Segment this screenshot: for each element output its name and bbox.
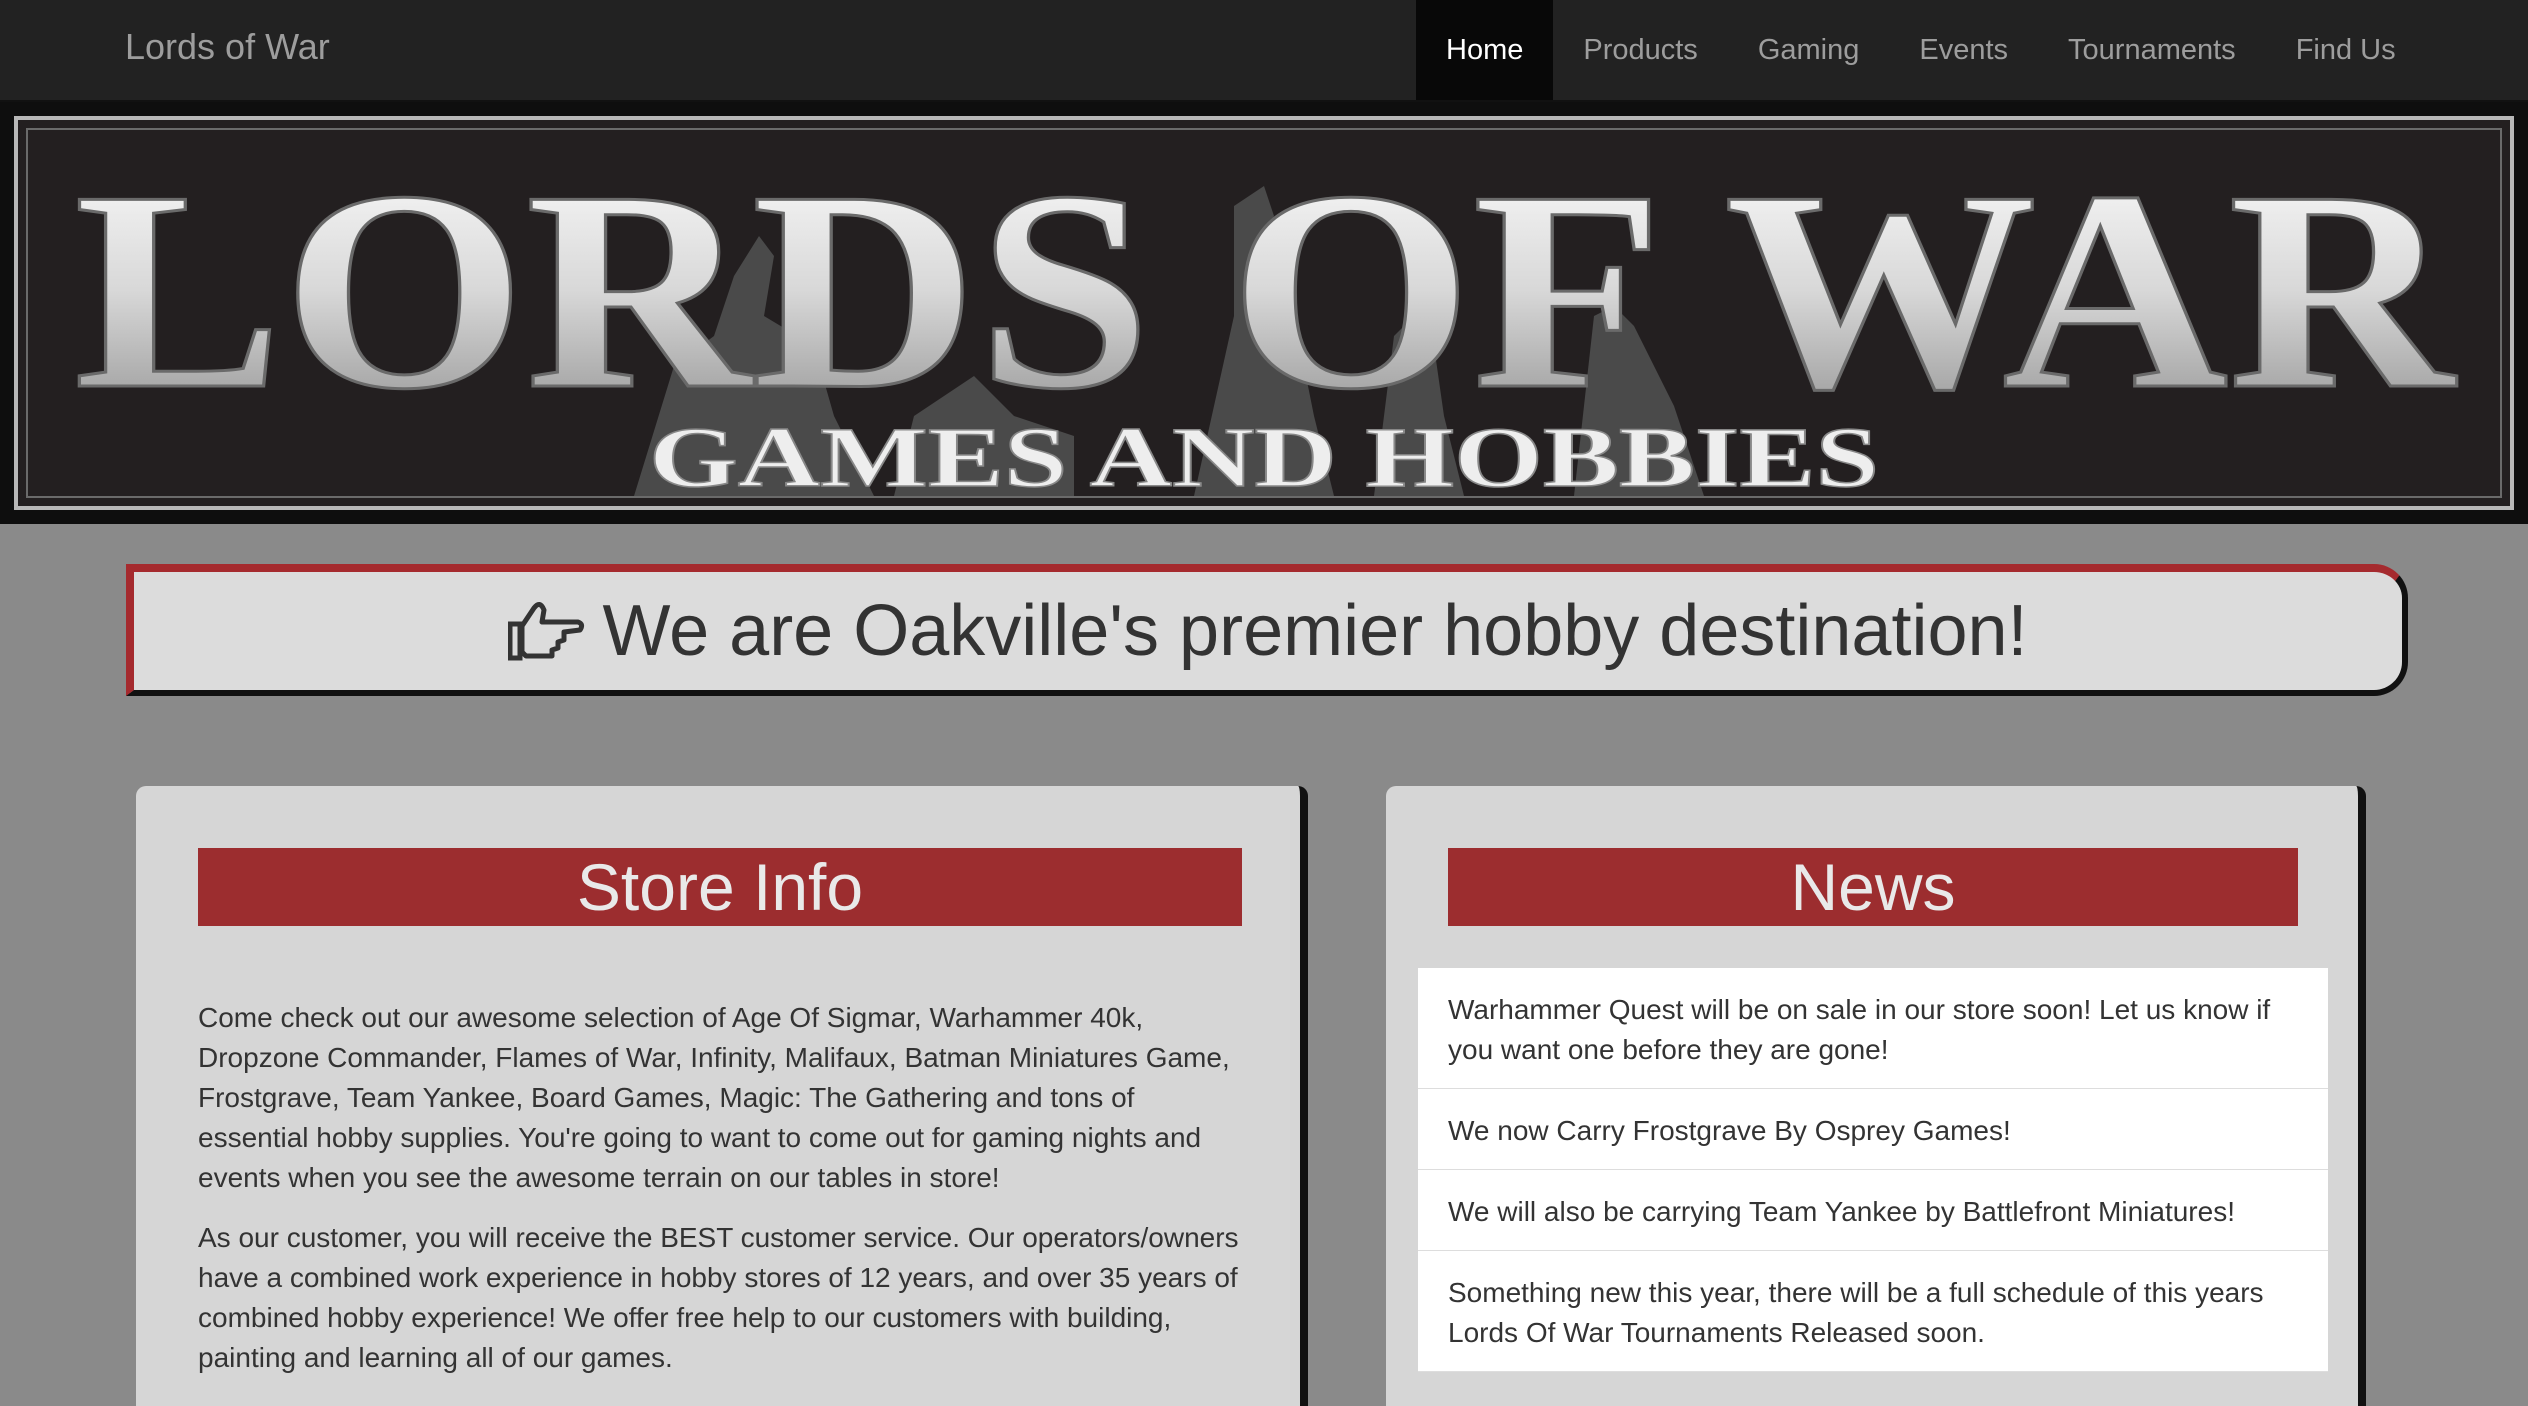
news-panel: News Warhammer Quest will be on sale in … — [1386, 786, 2366, 1406]
banner-title: LORDS OF WAR — [74, 132, 2458, 448]
headline-text: We are Oakville's premier hobby destinat… — [602, 591, 2028, 671]
news-item: We now Carry Frostgrave By Osprey Games! — [1418, 1089, 2328, 1170]
nav-products[interactable]: Products — [1553, 0, 1727, 100]
top-navbar: Lords of War Home Products Gaming Events… — [0, 0, 2528, 102]
brand-link[interactable]: Lords of War — [125, 26, 330, 68]
nav-tournaments[interactable]: Tournaments — [2038, 0, 2266, 100]
main-nav: Home Products Gaming Events Tournaments … — [1416, 0, 2426, 100]
hero-banner: LORDS OF WAR GAMES AND HOBBIES — [0, 102, 2528, 524]
nav-gaming[interactable]: Gaming — [1728, 0, 1890, 100]
store-info-title: Store Info — [198, 848, 1242, 926]
store-info-body: Come check out our awesome selection of … — [198, 998, 1242, 1398]
headline-banner: We are Oakville's premier hobby destinat… — [126, 564, 2408, 696]
store-info-panel: Store Info Come check out our awesome se… — [136, 786, 1308, 1406]
nav-events[interactable]: Events — [1889, 0, 2038, 100]
banner-logo: LORDS OF WAR GAMES AND HOBBIES — [73, 131, 2460, 506]
news-item: Warhammer Quest will be on sale in our s… — [1418, 968, 2328, 1089]
news-list: Warhammer Quest will be on sale in our s… — [1418, 968, 2328, 1372]
nav-find-us[interactable]: Find Us — [2266, 0, 2426, 100]
hand-pointing-right-icon — [508, 602, 585, 661]
nav-home[interactable]: Home — [1416, 0, 1554, 100]
news-item: Something new this year, there will be a… — [1418, 1251, 2328, 1372]
news-title: News — [1448, 848, 2298, 926]
store-info-paragraph: As our customer, you will receive the BE… — [198, 1222, 1239, 1373]
news-item: We will also be carrying Team Yankee by … — [1418, 1170, 2328, 1251]
banner-subtitle: GAMES AND HOBBIES — [649, 409, 1879, 505]
store-info-paragraph: Come check out our awesome selection of … — [198, 1002, 1230, 1193]
